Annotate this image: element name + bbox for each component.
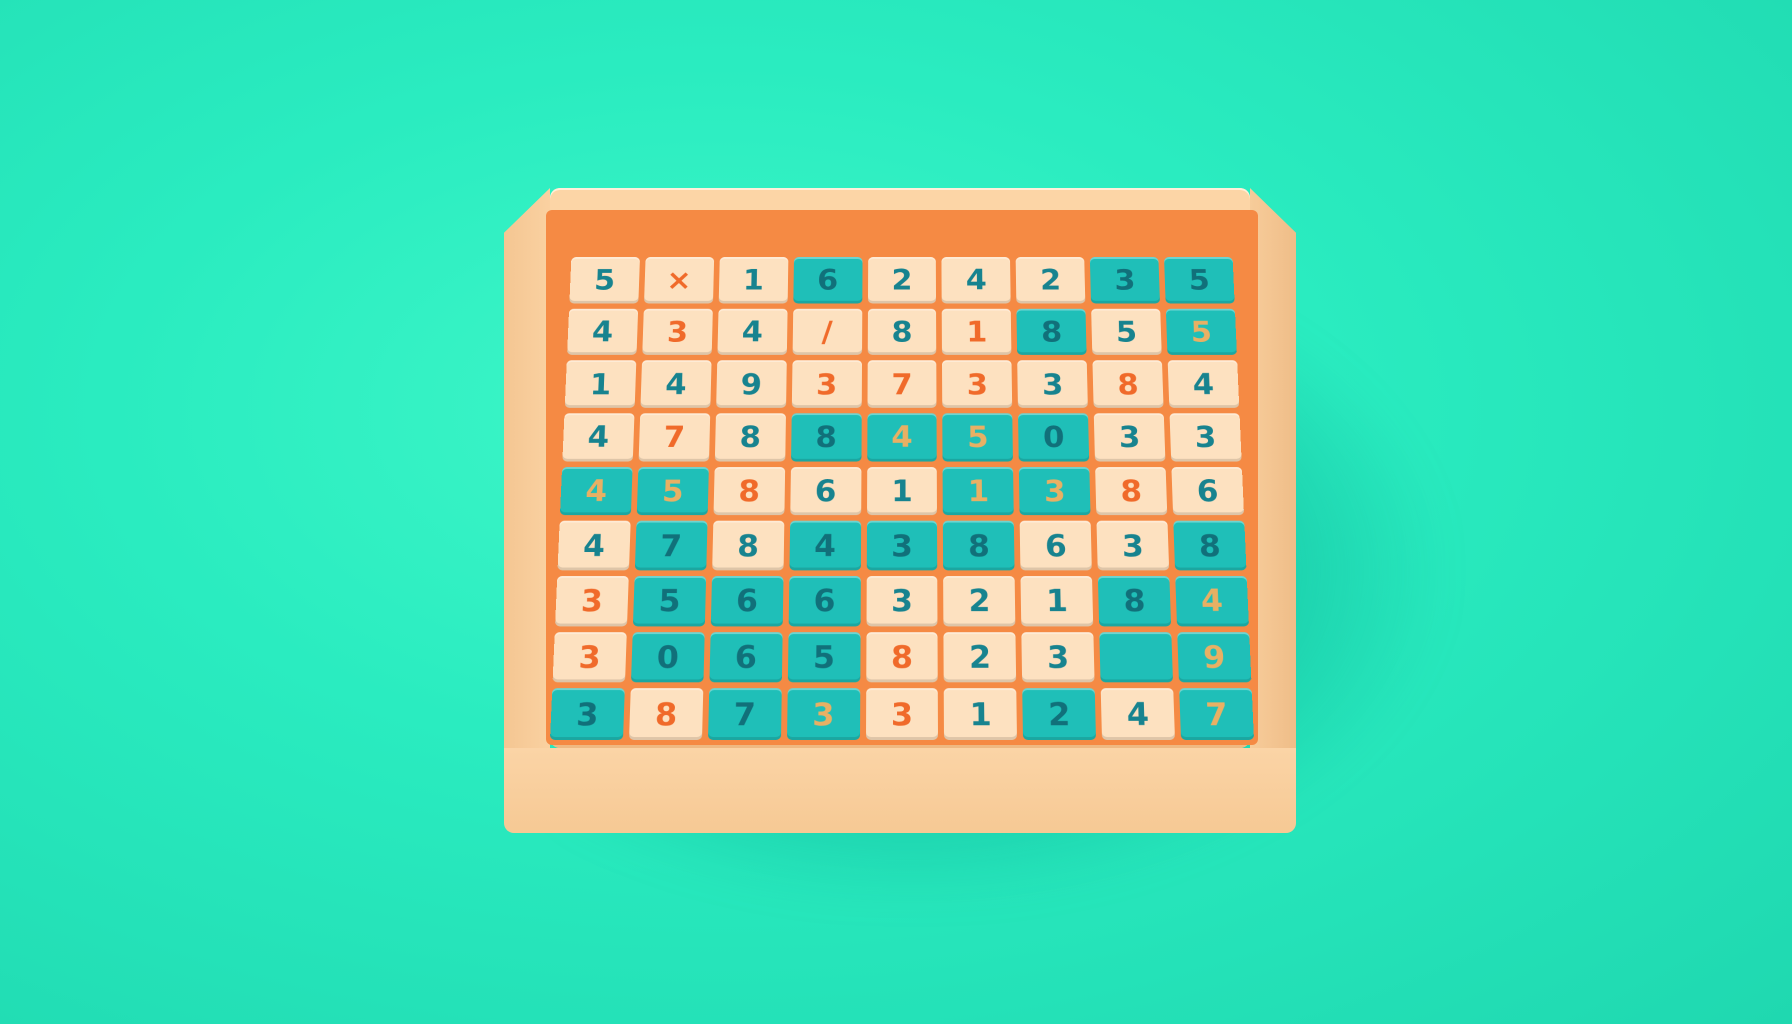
tile-r5-c3[interactable]: 8 — [713, 467, 785, 516]
tile-grid: 5 × 1 6 2 4 2 3 5 4 3 4/8 1 8 5 5 1 4 9 3 7 3 3 8 4 4 7 8 8 4 5 0 3 3 4 5 8 6… — [550, 257, 1254, 740]
tile-r9-c9[interactable]: 7 — [1179, 688, 1254, 740]
tile-r1-c7[interactable]: 2 — [1016, 257, 1086, 303]
tile-r8-c5[interactable]: 8 — [866, 632, 938, 683]
tile-r8-c1[interactable]: 3 — [553, 632, 627, 683]
tile-r2-c3[interactable]: 4 — [717, 308, 787, 355]
tile-r7-c3[interactable]: 6 — [711, 576, 784, 626]
tile-r9-c5[interactable]: 3 — [866, 688, 939, 740]
tile-r2-c1[interactable]: 4 — [567, 308, 638, 355]
tile-r4-c4[interactable]: 8 — [791, 413, 862, 461]
tile-r9-c4[interactable]: 3 — [787, 688, 860, 740]
tile-r2-c4[interactable]: / — [792, 308, 862, 355]
tile-r3-c8[interactable]: 8 — [1093, 361, 1164, 408]
tile-r2-c8[interactable]: 5 — [1091, 308, 1162, 355]
tile-r5-c7[interactable]: 3 — [1019, 467, 1091, 516]
tile-r5-c9[interactable]: 6 — [1172, 467, 1245, 516]
tile-r1-c9[interactable]: 5 — [1164, 257, 1234, 303]
tile-r8-c2[interactable]: 0 — [631, 632, 705, 683]
tile-r4-c9[interactable]: 3 — [1170, 413, 1242, 461]
tile-r7-c6[interactable]: 2 — [944, 576, 1016, 626]
tile-r8-c4[interactable]: 5 — [787, 632, 860, 683]
tile-r6-c5[interactable]: 3 — [866, 521, 937, 570]
board-front-face — [504, 748, 1296, 833]
tile-r6-c6[interactable]: 8 — [943, 521, 1015, 570]
sudoku-board: 5 × 1 6 2 4 2 3 5 4 3 4/8 1 8 5 5 1 4 9 3 7 3 3 8 4 4 7 8 8 4 5 0 3 3 4 5 8 6… — [504, 188, 1296, 833]
tile-r4-c8[interactable]: 3 — [1094, 413, 1166, 461]
tile-r1-c2[interactable]: × — [644, 257, 714, 303]
tile-r4-c6[interactable]: 5 — [943, 413, 1014, 461]
tile-r6-c3[interactable]: 8 — [712, 521, 784, 570]
tile-r5-c2[interactable]: 5 — [637, 467, 709, 516]
tile-r1-c8[interactable]: 3 — [1090, 257, 1160, 303]
tile-r2-c5[interactable]: 8 — [867, 308, 936, 355]
tile-r3-c2[interactable]: 4 — [640, 361, 711, 408]
tile-r3-c5[interactable]: 7 — [867, 361, 937, 408]
tile-r1-c4[interactable]: 6 — [793, 257, 862, 303]
tile-r1-c3[interactable]: 1 — [718, 257, 788, 303]
tile-r5-c8[interactable]: 8 — [1095, 467, 1167, 516]
tile-r7-c8[interactable]: 8 — [1098, 576, 1171, 626]
tile-r1-c5[interactable]: 2 — [868, 257, 937, 303]
tile-r3-c4[interactable]: 3 — [791, 361, 861, 408]
tile-r7-c9[interactable]: 4 — [1175, 576, 1249, 626]
tile-r9-c1[interactable]: 3 — [550, 688, 625, 740]
tile-r5-c6[interactable]: 1 — [943, 467, 1014, 516]
tile-r8-c8[interactable] — [1099, 632, 1173, 683]
tile-r3-c1[interactable]: 1 — [565, 361, 636, 408]
tile-r7-c7[interactable]: 1 — [1021, 576, 1094, 626]
tile-r6-c1[interactable]: 4 — [558, 521, 631, 570]
tile-r4-c2[interactable]: 7 — [638, 413, 710, 461]
tile-r3-c7[interactable]: 3 — [1018, 361, 1089, 408]
tile-r9-c8[interactable]: 4 — [1101, 688, 1175, 740]
tile-r5-c5[interactable]: 1 — [867, 467, 938, 516]
tile-r3-c9[interactable]: 4 — [1168, 361, 1239, 408]
tile-r5-c1[interactable]: 4 — [560, 467, 633, 516]
tile-r7-c5[interactable]: 3 — [866, 576, 938, 626]
tile-r8-c3[interactable]: 6 — [709, 632, 782, 683]
tile-r9-c6[interactable]: 1 — [944, 688, 1017, 740]
tile-r3-c3[interactable]: 9 — [716, 361, 787, 408]
tile-r4-c7[interactable]: 0 — [1018, 413, 1089, 461]
tile-r9-c2[interactable]: 8 — [629, 688, 703, 740]
tile-r6-c4[interactable]: 4 — [789, 521, 861, 570]
tile-r6-c8[interactable]: 3 — [1097, 521, 1170, 570]
tile-r2-c6[interactable]: 1 — [942, 308, 1012, 355]
tile-r4-c3[interactable]: 8 — [715, 413, 786, 461]
tile-r1-c1[interactable]: 5 — [569, 257, 639, 303]
tile-r1-c6[interactable]: 4 — [942, 257, 1011, 303]
tile-r6-c2[interactable]: 7 — [635, 521, 708, 570]
tile-r8-c9[interactable]: 9 — [1177, 632, 1251, 683]
tile-r8-c7[interactable]: 3 — [1022, 632, 1095, 683]
tile-r7-c2[interactable]: 5 — [633, 576, 706, 626]
tile-r2-c7[interactable]: 8 — [1017, 308, 1087, 355]
tile-r7-c1[interactable]: 3 — [555, 576, 629, 626]
tile-r8-c6[interactable]: 2 — [944, 632, 1017, 683]
tile-r4-c5[interactable]: 4 — [867, 413, 937, 461]
tile-r3-c6[interactable]: 3 — [942, 361, 1012, 408]
tile-r4-c1[interactable]: 4 — [562, 413, 634, 461]
board-left-side — [504, 188, 550, 748]
tile-r9-c3[interactable]: 7 — [708, 688, 782, 740]
tile-r2-c2[interactable]: 3 — [642, 308, 713, 355]
tile-r5-c4[interactable]: 6 — [790, 467, 861, 516]
tile-r6-c9[interactable]: 8 — [1173, 521, 1246, 570]
tile-r7-c4[interactable]: 6 — [788, 576, 860, 626]
tile-r6-c7[interactable]: 6 — [1020, 521, 1092, 570]
tile-r9-c7[interactable]: 2 — [1023, 688, 1097, 740]
tile-r2-c9[interactable]: 5 — [1166, 308, 1237, 355]
